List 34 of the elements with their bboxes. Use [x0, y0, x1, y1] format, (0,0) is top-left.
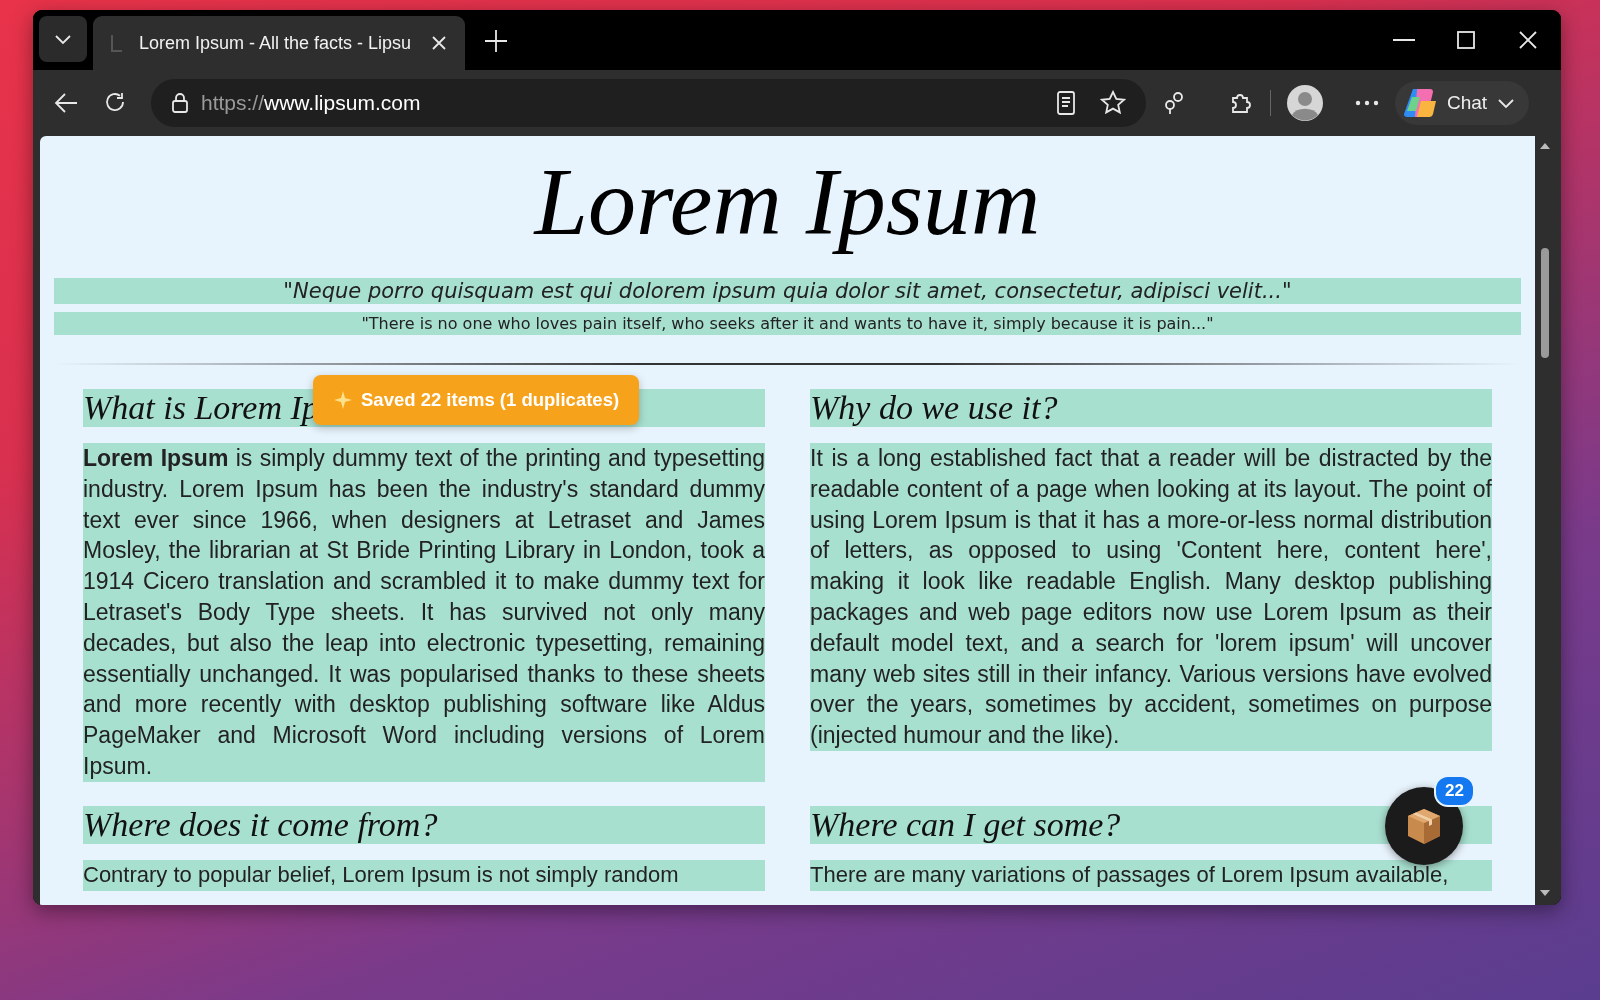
tab-title: Lorem Ipsum - All the facts - Lipsu: [139, 32, 413, 54]
sparkle-icon: [333, 390, 353, 410]
plus-icon: [483, 28, 509, 54]
scrollbar-thumb[interactable]: [1541, 248, 1549, 358]
minimize-button[interactable]: [1391, 36, 1417, 44]
lock-icon: [169, 91, 191, 115]
minimize-icon: [1393, 38, 1415, 42]
section-paragraph: Contrary to popular belief, Lorem Ipsum is not simply random: [83, 859, 765, 891]
scroll-up-icon[interactable]: [1539, 142, 1551, 150]
section-heading: Where does it come from?: [83, 805, 765, 844]
close-icon: [1517, 30, 1539, 50]
star-icon: [1100, 90, 1126, 116]
avatar-icon: [1287, 85, 1323, 121]
toast-message: Saved 22 items (1 duplicates): [361, 389, 620, 411]
count-badge: 22: [1434, 775, 1475, 807]
url-scheme: https://: [201, 91, 265, 114]
section-paragraph: Lorem Ipsum is simply dummy text of the printing and typesetting industry. Lorem Ipsum has been the industry's standard dummy text ever since 1966, when designers at Letraset and James Mosley, the librarian at St Bride Printing Library in London, took a 1914 Cicero translation and scrambled it to make dummy text for Letraset's Body Type sheets. It has survived not only many decades, but also the leap into electronic typesetting, remaining essentially unchanged. It was popularised thanks to these sheets and more recently with desktop publishing software like Aldus PageMaker and Microsoft Word including versions of Lorem Ipsum.: [83, 443, 765, 782]
page-title: Lorem Ipsum: [534, 147, 1041, 257]
maximize-icon: [1455, 30, 1477, 50]
copilot-logo-icon: [1403, 87, 1437, 119]
chevron-down-icon: [1497, 96, 1516, 110]
document-icon: [1054, 90, 1078, 116]
box-icon: [1406, 807, 1442, 845]
address-field[interactable]: https://www.lipsum.com: [151, 79, 1146, 127]
english-quote: "There is no one who loves pain itself, who seeks after it and wants to have it, simply because it is pain...": [54, 312, 1521, 335]
section-paragraph: There are many variations of passages of Lorem Ipsum available,: [810, 859, 1492, 891]
section-heading: Why do we use it?: [810, 389, 1492, 427]
latin-quote: "Neque porro quisquam est qui dolorem ipsum quia dolor sit amet, consectetur, adipisci velit...": [54, 278, 1521, 304]
url-host: www.lipsum.com: [264, 91, 421, 114]
chat-button[interactable]: Chat: [1395, 81, 1530, 125]
browser-tab[interactable]: Lorem Ipsum - All the facts - Lipsu: [93, 16, 465, 70]
more-icon: [1355, 100, 1379, 106]
scroll-down-icon[interactable]: [1539, 889, 1551, 897]
section-paragraph: It is a long established fact that a reader will be distracted by the readable content of a page when looking at its layout. The point of using Lorem Ipsum is that it has a more-or-less normal distribution of letters, as opposed to using 'Content here, content here', making it look like readable English. Many desktop publishing packages and web page editors now use Lorem Ipsum as their default model text, and a search for 'lorem ipsum' will uncover many web sites still in their infancy. Various versions have evolved over the years, sometimes by accident, sometimes on purpose (injected humour and the like).: [810, 443, 1492, 751]
